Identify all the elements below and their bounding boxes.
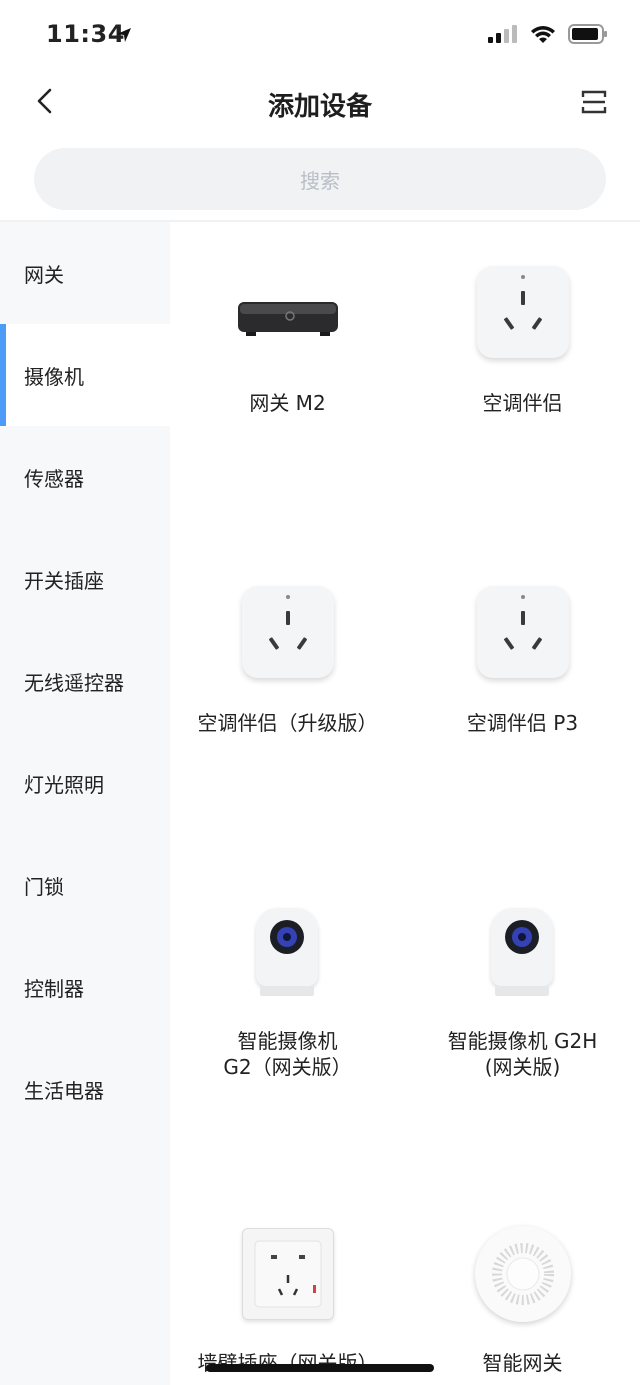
device-card-camera-g2[interactable]: 智能摄像机 G2（网关版） — [170, 862, 405, 1162]
camera-icon — [490, 908, 555, 1000]
sidebar-item-wireless-remote[interactable]: 无线遥控器 — [0, 630, 170, 732]
smart-gateway-icon — [474, 1226, 571, 1322]
sidebar-item-label: 无线遥控器 — [24, 670, 124, 695]
device-card-gateway-m2[interactable]: 网关 M2 — [170, 222, 405, 522]
search-input[interactable]: 搜索 — [34, 148, 606, 210]
device-label: 墙壁插座（网关版） — [197, 1351, 378, 1375]
sidebar-item-appliance[interactable]: 生活电器 — [0, 1038, 170, 1140]
sidebar-item-label: 网关 — [24, 262, 64, 287]
sidebar-item-label: 摄像机 — [24, 364, 84, 389]
device-card-wall-socket[interactable]: 墙壁插座（网关版） — [170, 1182, 405, 1385]
search-placeholder: 搜索 — [300, 168, 340, 193]
cellular-signal-icon — [488, 25, 517, 43]
device-card-smart-gateway[interactable]: 智能网关 — [405, 1182, 640, 1385]
location-arrow-icon — [117, 28, 131, 42]
sidebar-item-label: 生活电器 — [24, 1078, 104, 1103]
device-card-ac-companion-p3[interactable]: 空调伴侣 P3 — [405, 542, 640, 842]
home-indicator[interactable] — [206, 1364, 434, 1372]
camera-icon — [255, 908, 320, 1000]
sidebar-item-controller[interactable]: 控制器 — [0, 936, 170, 1038]
sidebar-item-lighting[interactable]: 灯光照明 — [0, 732, 170, 834]
ac-companion-icon — [476, 266, 569, 358]
scan-icon[interactable] — [580, 88, 608, 116]
wall-socket-icon — [241, 1228, 334, 1320]
category-sidebar: 网关 摄像机 传感器 开关插座 无线遥控器 灯光照明 门锁 控制器 生活电器 — [0, 222, 170, 1385]
status-time: 11:34 — [46, 20, 125, 48]
sidebar-item-label: 门锁 — [24, 874, 64, 899]
device-grid: 网关 M2 空调伴侣 空调伴侣（升级版） 空调伴侣 P3 智能摄像机 G2（网关… — [170, 222, 640, 1385]
sidebar-item-sensor[interactable]: 传感器 — [0, 426, 170, 528]
device-label: 智能网关 — [482, 1351, 563, 1375]
wifi-icon — [531, 26, 555, 43]
ac-companion-icon — [241, 586, 334, 678]
gateway-m2-icon — [237, 302, 338, 336]
status-bar: 11:34 — [0, 0, 640, 70]
device-card-camera-g2h[interactable]: 智能摄像机 G2H (网关版) — [405, 862, 640, 1162]
device-label-line1: 智能摄像机 G2H — [447, 1029, 598, 1053]
device-label-line1: 智能摄像机 — [237, 1029, 338, 1053]
sidebar-item-label: 传感器 — [24, 466, 84, 491]
device-card-ac-companion[interactable]: 空调伴侣 — [405, 222, 640, 522]
sidebar-item-camera[interactable]: 摄像机 — [0, 324, 170, 426]
status-icons — [488, 24, 608, 44]
nav-header: 添加设备 — [0, 70, 640, 134]
ac-companion-icon — [476, 586, 569, 678]
sidebar-item-gateway[interactable]: 网关 — [0, 222, 170, 324]
device-label: 空调伴侣 — [482, 391, 563, 415]
sidebar-item-door-lock[interactable]: 门锁 — [0, 834, 170, 936]
device-label: 空调伴侣 P3 — [466, 711, 579, 735]
device-label: 网关 M2 — [249, 391, 326, 415]
device-label-line2: (网关版) — [484, 1055, 561, 1079]
sidebar-item-label: 控制器 — [24, 976, 84, 1001]
device-label: 空调伴侣（升级版） — [197, 711, 378, 735]
battery-icon — [568, 24, 607, 44]
sidebar-item-label: 灯光照明 — [24, 772, 104, 797]
sidebar-item-label: 开关插座 — [24, 568, 104, 593]
page-title: 添加设备 — [267, 92, 372, 122]
sidebar-item-switch-socket[interactable]: 开关插座 — [0, 528, 170, 630]
device-card-ac-companion-upgrade[interactable]: 空调伴侣（升级版） — [170, 542, 405, 842]
device-label-line2: G2（网关版） — [223, 1055, 352, 1079]
